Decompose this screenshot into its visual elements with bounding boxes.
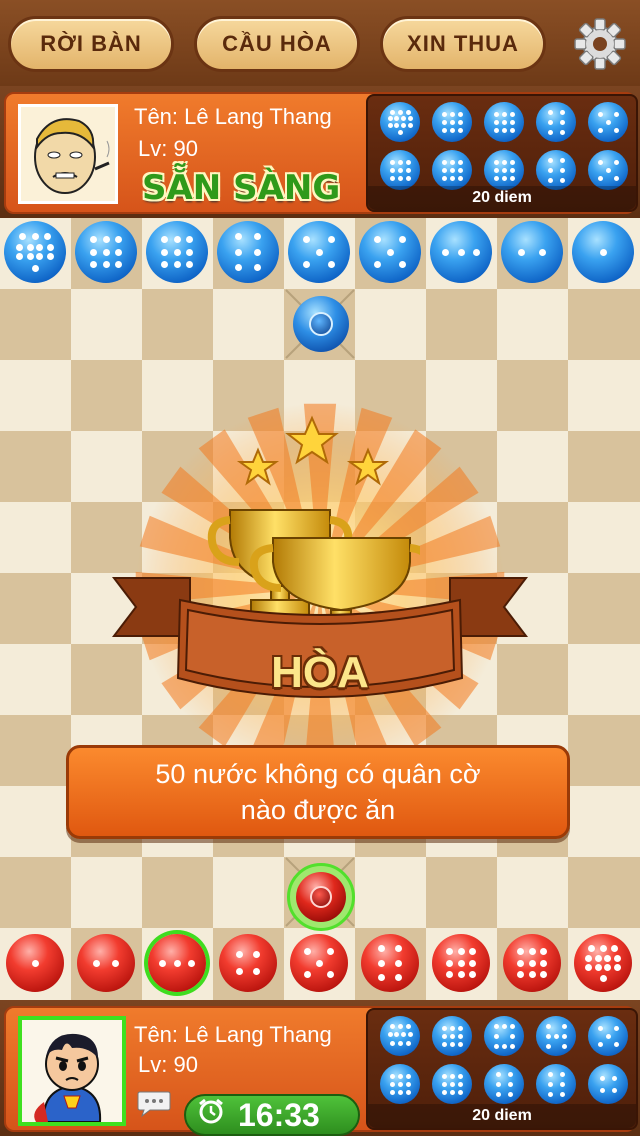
blue-piece-9[interactable] xyxy=(146,221,208,283)
leave-table-button[interactable]: RỜI BÀN xyxy=(8,16,174,72)
blue-piece-5[interactable] xyxy=(588,150,628,190)
top-toolbar: RỜI BÀN CẦU HÒA XIN THUA xyxy=(0,0,640,86)
blue-piece-5[interactable] xyxy=(588,102,628,142)
player-captured-pieces xyxy=(374,1016,634,1104)
opponent-avatar[interactable] xyxy=(18,104,118,204)
blue-piece-5[interactable] xyxy=(359,221,421,283)
ready-status: SẴN SÀNG xyxy=(142,168,341,208)
result-message-line1: 50 nước không có quân cờ xyxy=(155,759,481,789)
alarm-clock-icon xyxy=(196,1096,226,1134)
chat-icon[interactable] xyxy=(136,1088,172,1118)
player-avatar[interactable] xyxy=(18,1016,126,1126)
opponent-level: Lv: 90 xyxy=(138,136,198,161)
blue-piece-4[interactable] xyxy=(588,1064,628,1104)
blue-piece-7[interactable] xyxy=(536,1016,576,1056)
blue-piece-9[interactable] xyxy=(484,102,524,142)
blue-piece-12[interactable] xyxy=(380,102,420,142)
offer-draw-button[interactable]: CẦU HÒA xyxy=(194,16,360,72)
player-name: Tên: Lê Lang Thang xyxy=(134,1022,332,1047)
opponent-captured-box: 20 diem xyxy=(366,94,638,212)
blue-piece-9[interactable] xyxy=(432,1016,472,1056)
player-level: Lv: 90 xyxy=(138,1052,198,1077)
opponent-points: 20 diem xyxy=(368,186,636,210)
blue-piece-1[interactable] xyxy=(572,221,634,283)
red-piece-6[interactable] xyxy=(361,934,419,992)
blue-piece-6[interactable] xyxy=(217,221,279,283)
player-panel: Tên: Lê Lang Thang Lv: 90 16:33 20 diem xyxy=(0,1000,640,1136)
blue-piece-9[interactable] xyxy=(432,102,472,142)
blue-piece-9[interactable] xyxy=(380,1064,420,1104)
red-piece-9[interactable] xyxy=(503,934,561,992)
blue-piece-2[interactable] xyxy=(501,221,563,283)
blue-piece-5[interactable] xyxy=(588,1016,628,1056)
blue-piece-9[interactable] xyxy=(75,221,137,283)
red-piece-9[interactable] xyxy=(432,934,490,992)
result-stars xyxy=(236,415,390,486)
result-message-line2: nào được ăn xyxy=(240,795,396,825)
blue-piece-6[interactable] xyxy=(536,102,576,142)
blue-piece-12[interactable] xyxy=(4,221,66,283)
blue-piece-9[interactable] xyxy=(380,150,420,190)
result-title: HÒA xyxy=(271,648,369,697)
result-message-box: 50 nước không có quân cờ nào được ăn xyxy=(66,745,570,839)
blue-piece-6[interactable] xyxy=(484,1064,524,1104)
blue-king-piece[interactable] xyxy=(293,296,349,352)
player-points: 20 diem xyxy=(368,1104,636,1128)
red-piece-3[interactable] xyxy=(148,934,206,992)
red-piece-2[interactable] xyxy=(77,934,135,992)
blue-piece-3[interactable] xyxy=(430,221,492,283)
red-piece-5[interactable] xyxy=(290,934,348,992)
gear-icon[interactable] xyxy=(572,16,628,72)
red-piece-1[interactable] xyxy=(6,934,64,992)
opponent-panel: Tên: Lê Lang Thang Lv: 90 SẴN SÀNG 20 di… xyxy=(0,86,640,218)
turn-timer: 16:33 xyxy=(184,1094,360,1136)
blue-piece-10[interactable] xyxy=(380,1016,420,1056)
red-piece-12[interactable] xyxy=(574,934,632,992)
blue-piece-9[interactable] xyxy=(484,150,524,190)
selected-red-king[interactable] xyxy=(287,863,355,931)
blue-piece-6[interactable] xyxy=(536,1064,576,1104)
blue-piece-9[interactable] xyxy=(432,1064,472,1104)
player-captured-box: 20 diem xyxy=(366,1008,638,1130)
resign-button[interactable]: XIN THUA xyxy=(380,16,546,72)
blue-piece-6[interactable] xyxy=(536,150,576,190)
opponent-captured-pieces xyxy=(374,102,634,190)
red-piece-4[interactable] xyxy=(219,934,277,992)
timer-value: 16:33 xyxy=(238,1096,320,1133)
blue-piece-9[interactable] xyxy=(432,150,472,190)
opponent-name: Tên: Lê Lang Thang xyxy=(134,104,332,129)
blue-piece-8[interactable] xyxy=(484,1016,524,1056)
blue-piece-5[interactable] xyxy=(288,221,350,283)
